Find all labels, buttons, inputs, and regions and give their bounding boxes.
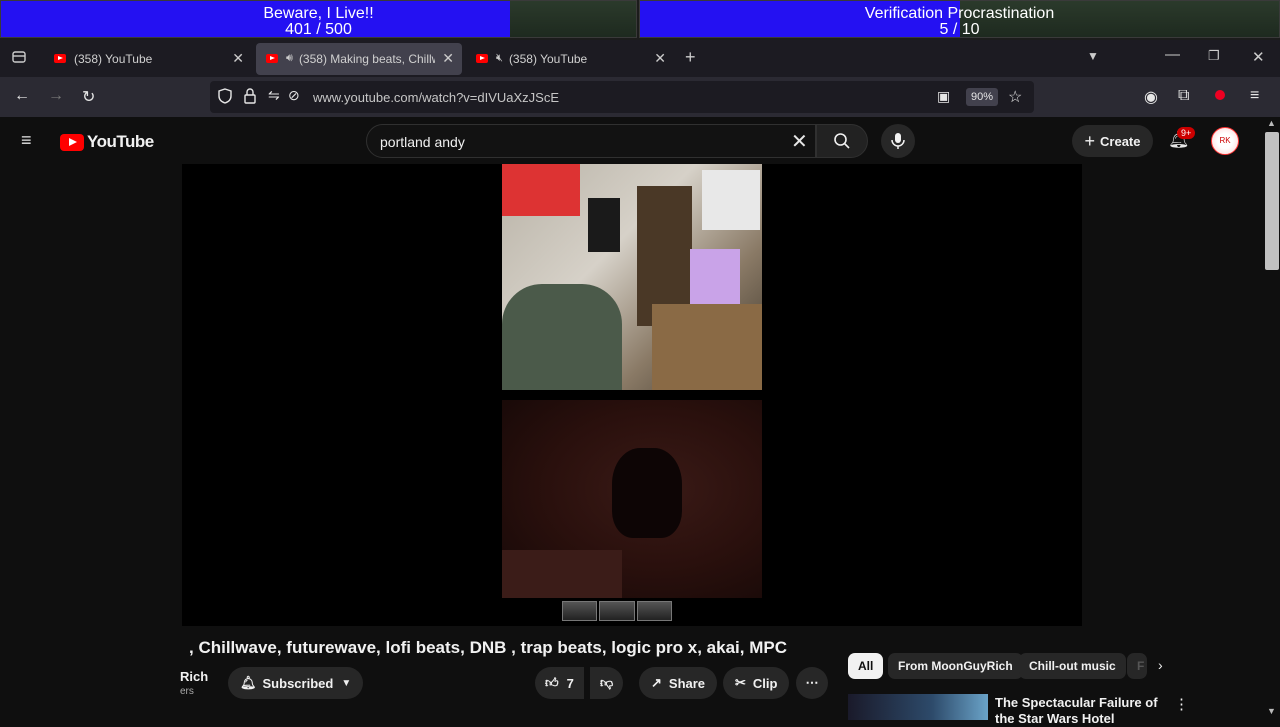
browser-tab-2[interactable]: 🔊︎ (358) Making beats, Chillwa ✕ — [256, 42, 462, 75]
youtube-favicon-icon — [54, 54, 66, 63]
tab-overview-icon[interactable] — [11, 49, 27, 65]
browser-tab-1[interactable]: (358) YouTube ✕ — [44, 43, 252, 75]
search-icon — [834, 133, 850, 149]
share-icon: ↗ — [651, 675, 662, 690]
share-label: Share — [668, 675, 706, 691]
close-tab-icon[interactable]: ✕ — [654, 50, 666, 67]
create-button[interactable]: + Create — [1072, 125, 1153, 157]
scrubber-preview-thumbnails — [562, 601, 672, 621]
recommended-thumbnail[interactable] — [848, 694, 988, 720]
reload-icon[interactable]: ↻ — [82, 87, 95, 107]
goal-2-title: Verification Procrastination — [864, 5, 1055, 22]
url-text[interactable]: www.youtube.com/watch?v=dIVUaXzJScE — [313, 90, 559, 105]
record-extension-icon[interactable] — [1215, 90, 1225, 100]
recommended-title[interactable]: The Spectacular Failure of the Star Wars… — [995, 695, 1170, 727]
video-title: , Chillwave, futurewave, lofi beats, DNB… — [189, 638, 787, 657]
forward-icon[interactable]: → — [48, 87, 64, 105]
goal-2-progress: 5 / 10 — [939, 21, 980, 38]
bookmark-star-icon[interactable]: ☆ — [1008, 87, 1022, 107]
tracking-protection-icon[interactable]: ⊘ — [288, 87, 300, 104]
chip-chill-out[interactable]: Chill-out music — [1019, 653, 1126, 679]
search-query: portland andy — [380, 134, 465, 150]
plus-icon: + — [1084, 130, 1096, 151]
like-button[interactable]: 👍︎ 7 — [535, 667, 584, 699]
chip-from-channel[interactable]: From MoonGuyRich — [888, 653, 1023, 679]
back-icon[interactable]: ← — [14, 87, 30, 105]
chip-all[interactable]: All — [848, 653, 884, 679]
tab-label: (358) YouTube — [74, 51, 153, 66]
scissors-icon: ✂ — [735, 675, 746, 690]
stream-goal-overlay: Beware, I Live!! 401 / 500 Verification … — [0, 0, 1280, 40]
clip-label: Clip — [752, 675, 778, 691]
more-horizontal-icon: ⋯ — [805, 675, 819, 690]
browser-tab-3[interactable]: 🔇︎ (358) YouTube ✕ — [466, 43, 674, 75]
create-label: Create — [1100, 133, 1141, 149]
extensions-icon[interactable]: ⧉ — [1178, 87, 1189, 105]
tab-label: (358) YouTube — [508, 51, 588, 66]
share-button[interactable]: ↗ Share — [639, 667, 718, 699]
like-count: 7 — [566, 675, 574, 691]
studio-camera-view — [502, 164, 762, 390]
subscriber-count: ers — [180, 686, 194, 697]
microphone-icon — [891, 133, 905, 149]
browser-tab-strip: (358) YouTube ✕ 🔊︎ (358) Making beats, C… — [0, 40, 1280, 77]
scrollbar-thumb[interactable] — [1265, 132, 1279, 270]
clear-search-icon[interactable]: ✕ — [791, 129, 808, 154]
thumbs-up-icon: 👍︎ — [545, 675, 559, 690]
permissions-icon[interactable]: ⇋ — [268, 87, 280, 104]
new-tab-icon[interactable]: + — [685, 47, 696, 68]
channel-name[interactable]: Rich — [180, 669, 208, 684]
list-tabs-chevron-icon[interactable]: ▼ — [1087, 49, 1099, 63]
scroll-up-icon[interactable]: ▲ — [1267, 118, 1276, 128]
chevron-right-icon[interactable]: › — [1158, 657, 1163, 673]
goal-1-progress: 401 / 500 — [285, 21, 352, 38]
subscribed-button[interactable]: 🔔︎ Subscribed ▼ — [228, 667, 364, 699]
mute-icon[interactable]: 🔇︎ — [496, 52, 503, 65]
address-bar[interactable]: ⇋ ⊘ www.youtube.com/watch?v=dIVUaXzJScE … — [210, 81, 1034, 113]
more-actions-button[interactable]: ⋯ — [796, 667, 828, 699]
search-button[interactable] — [816, 124, 868, 158]
guide-menu-icon[interactable]: ≡ — [21, 130, 32, 151]
browser-nav-bar: ← → ↻ ⇋ ⊘ www.youtube.com/watch?v=dIVUaX… — [0, 77, 1280, 117]
close-tab-icon[interactable]: ✕ — [232, 50, 244, 67]
youtube-logo-icon — [60, 133, 84, 151]
restore-icon[interactable]: ❐ — [1208, 48, 1220, 64]
chevron-down-icon: ▼ — [341, 677, 352, 689]
youtube-logo[interactable]: YouTube — [60, 132, 154, 152]
performer-camera-view — [502, 400, 762, 598]
logo-text: YouTube — [87, 132, 154, 151]
dislike-button[interactable]: 👎︎ — [590, 667, 624, 699]
subscribed-label: Subscribed — [262, 675, 334, 691]
search-input[interactable]: portland andy ✕ — [366, 124, 816, 158]
close-tab-icon[interactable]: ✕ — [442, 50, 454, 67]
youtube-favicon-icon — [476, 54, 488, 63]
minimize-icon[interactable]: — — [1165, 46, 1180, 63]
youtube-favicon-icon — [266, 54, 278, 63]
goal-1-title: Beware, I Live!! — [263, 5, 374, 22]
notification-count-badge: 9+ — [1177, 127, 1196, 139]
avatar[interactable]: RK — [1211, 127, 1239, 155]
more-vertical-icon[interactable]: ⋮ — [1174, 695, 1189, 713]
chip-partial[interactable]: F — [1127, 653, 1147, 679]
close-window-icon[interactable]: ✕ — [1252, 48, 1265, 66]
lock-icon[interactable] — [244, 88, 256, 104]
account-icon[interactable]: ◉ — [1144, 87, 1158, 107]
video-player[interactable] — [182, 164, 1082, 626]
clip-button[interactable]: ✂ Clip — [723, 667, 790, 699]
scroll-down-icon[interactable]: ▼ — [1267, 706, 1276, 716]
picture-in-picture-icon[interactable]: ▣ — [937, 88, 950, 105]
tab-label: (358) Making beats, Chillwa — [298, 51, 435, 66]
goal-bar-1: Beware, I Live!! 401 / 500 — [0, 0, 637, 38]
youtube-header: ≡ YouTube portland andy ✕ + Create 🔔︎ 9+… — [0, 117, 1264, 164]
thumbs-down-icon: 👎︎ — [600, 675, 614, 690]
menu-icon[interactable]: ≡ — [1250, 87, 1259, 105]
bell-icon: 🔔︎ — [240, 675, 257, 690]
voice-search-button[interactable] — [881, 124, 915, 158]
zoom-level[interactable]: 90% — [966, 88, 999, 106]
speaker-icon[interactable]: 🔊︎ — [286, 52, 293, 65]
shield-icon[interactable] — [218, 88, 232, 104]
goal-bar-2: Verification Procrastination 5 / 10 — [639, 0, 1280, 38]
